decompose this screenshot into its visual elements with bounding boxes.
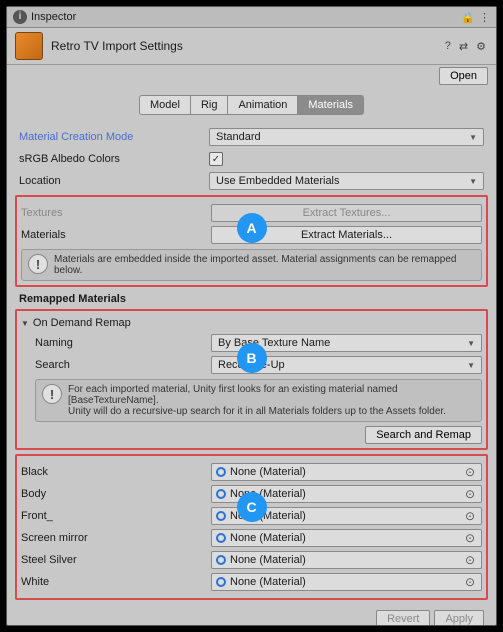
remap-info-box: ! For each imported material, Unity firs…: [35, 379, 482, 422]
textures-label: Textures: [21, 207, 211, 219]
warning-icon: !: [42, 384, 62, 404]
material-slot-label: Front_: [21, 510, 211, 522]
object-ref-icon: [216, 489, 226, 499]
object-ref-icon: [216, 533, 226, 543]
material-slot-label: Screen mirror: [21, 532, 211, 544]
material-slot-value: None (Material): [230, 488, 463, 500]
object-ref-icon: [216, 555, 226, 565]
tab-model[interactable]: Model: [139, 95, 191, 115]
asset-title: Retro TV Import Settings: [51, 39, 443, 53]
tab-rig[interactable]: Rig: [191, 95, 229, 115]
revert-button[interactable]: Revert: [376, 610, 430, 625]
callout-b-badge: B: [237, 343, 267, 373]
material-slot-row: Screen mirrorNone (Material)⊙: [21, 528, 482, 548]
chevron-down-icon: ▼: [467, 361, 475, 370]
tab-materials[interactable]: Materials: [298, 95, 364, 115]
object-picker-icon[interactable]: ⊙: [463, 575, 477, 589]
material-slot-label: Black: [21, 466, 211, 478]
search-and-remap-button[interactable]: Search and Remap: [365, 426, 482, 444]
object-picker-icon[interactable]: ⊙: [463, 487, 477, 501]
material-creation-mode-value: Standard: [216, 131, 261, 143]
asset-header: Retro TV Import Settings ? ⇄ ⚙: [7, 28, 496, 65]
open-button[interactable]: Open: [439, 67, 488, 85]
object-picker-icon[interactable]: ⊙: [463, 465, 477, 479]
content-area: Material Creation Mode Standard ▼ sRGB A…: [7, 125, 496, 625]
lock-icon[interactable]: 🔒: [461, 11, 475, 24]
chevron-down-icon: ▼: [469, 177, 477, 186]
material-creation-mode-dropdown[interactable]: Standard ▼: [209, 128, 484, 146]
chevron-down-icon: ▼: [469, 133, 477, 142]
chevron-down-icon: ▼: [21, 319, 29, 328]
settings-icon[interactable]: ⚙: [474, 40, 488, 53]
location-dropdown[interactable]: Use Embedded Materials ▼: [209, 172, 484, 190]
object-ref-icon: [216, 511, 226, 521]
materials-label: Materials: [21, 229, 211, 241]
location-value: Use Embedded Materials: [216, 175, 340, 187]
callout-c-box: C BlackNone (Material)⊙BodyNone (Materia…: [15, 454, 488, 600]
on-demand-remap-label: On Demand Remap: [33, 317, 131, 329]
material-slot-label: Steel Silver: [21, 554, 211, 566]
embedded-info-text: Materials are embedded inside the import…: [54, 254, 475, 276]
menu-icon[interactable]: ⋮: [479, 11, 490, 24]
material-slot-label: Body: [21, 488, 211, 500]
callout-a-badge: A: [237, 213, 267, 243]
material-slot-value: None (Material): [230, 532, 463, 544]
material-slot-row: Steel SilverNone (Material)⊙: [21, 550, 482, 570]
info-icon: i: [13, 10, 27, 24]
warning-icon: !: [28, 254, 48, 274]
srgb-albedo-checkbox[interactable]: ✓: [209, 152, 223, 166]
inspector-titlebar: i Inspector 🔒 ⋮: [7, 7, 496, 28]
location-label: Location: [19, 175, 209, 187]
material-object-field[interactable]: None (Material)⊙: [211, 573, 482, 591]
search-label: Search: [35, 359, 211, 371]
help-icon[interactable]: ?: [443, 40, 453, 52]
material-slot-value: None (Material): [230, 554, 463, 566]
object-ref-icon: [216, 467, 226, 477]
asset-thumbnail-icon: [15, 32, 43, 60]
remap-info-text: For each imported material, Unity first …: [68, 384, 475, 417]
material-object-field[interactable]: None (Material)⊙: [211, 529, 482, 547]
naming-label: Naming: [35, 337, 211, 349]
material-object-field[interactable]: None (Material)⊙: [211, 551, 482, 569]
window-title: Inspector: [31, 11, 461, 23]
footer-buttons: Revert Apply: [19, 610, 484, 625]
chevron-down-icon: ▼: [467, 339, 475, 348]
tab-animation[interactable]: Animation: [228, 95, 298, 115]
callout-b-box: B ▼ On Demand Remap Naming By Base Textu…: [15, 309, 488, 450]
presets-icon[interactable]: ⇄: [457, 40, 470, 53]
callout-c-badge: C: [237, 492, 267, 522]
apply-button[interactable]: Apply: [434, 610, 484, 625]
importer-tabs: Model Rig Animation Materials: [7, 95, 496, 115]
remapped-materials-label: Remapped Materials: [19, 293, 484, 305]
material-creation-mode-label: Material Creation Mode: [19, 131, 209, 143]
material-slot-row: BlackNone (Material)⊙: [21, 462, 482, 482]
material-slot-value: None (Material): [230, 576, 463, 588]
object-picker-icon[interactable]: ⊙: [463, 509, 477, 523]
embedded-info-box: ! Materials are embedded inside the impo…: [21, 249, 482, 281]
inspector-window: i Inspector 🔒 ⋮ Retro TV Import Settings…: [6, 6, 497, 626]
material-slot-row: WhiteNone (Material)⊙: [21, 572, 482, 592]
object-ref-icon: [216, 577, 226, 587]
material-slot-value: None (Material): [230, 466, 463, 478]
naming-value: By Base Texture Name: [218, 337, 330, 349]
object-picker-icon[interactable]: ⊙: [463, 553, 477, 567]
srgb-albedo-label: sRGB Albedo Colors: [19, 153, 209, 165]
object-picker-icon[interactable]: ⊙: [463, 531, 477, 545]
on-demand-remap-foldout[interactable]: ▼ On Demand Remap: [21, 315, 482, 331]
material-slot-label: White: [21, 576, 211, 588]
callout-a-box: A Textures Extract Textures... Materials…: [15, 195, 488, 287]
material-object-field[interactable]: None (Material)⊙: [211, 463, 482, 481]
